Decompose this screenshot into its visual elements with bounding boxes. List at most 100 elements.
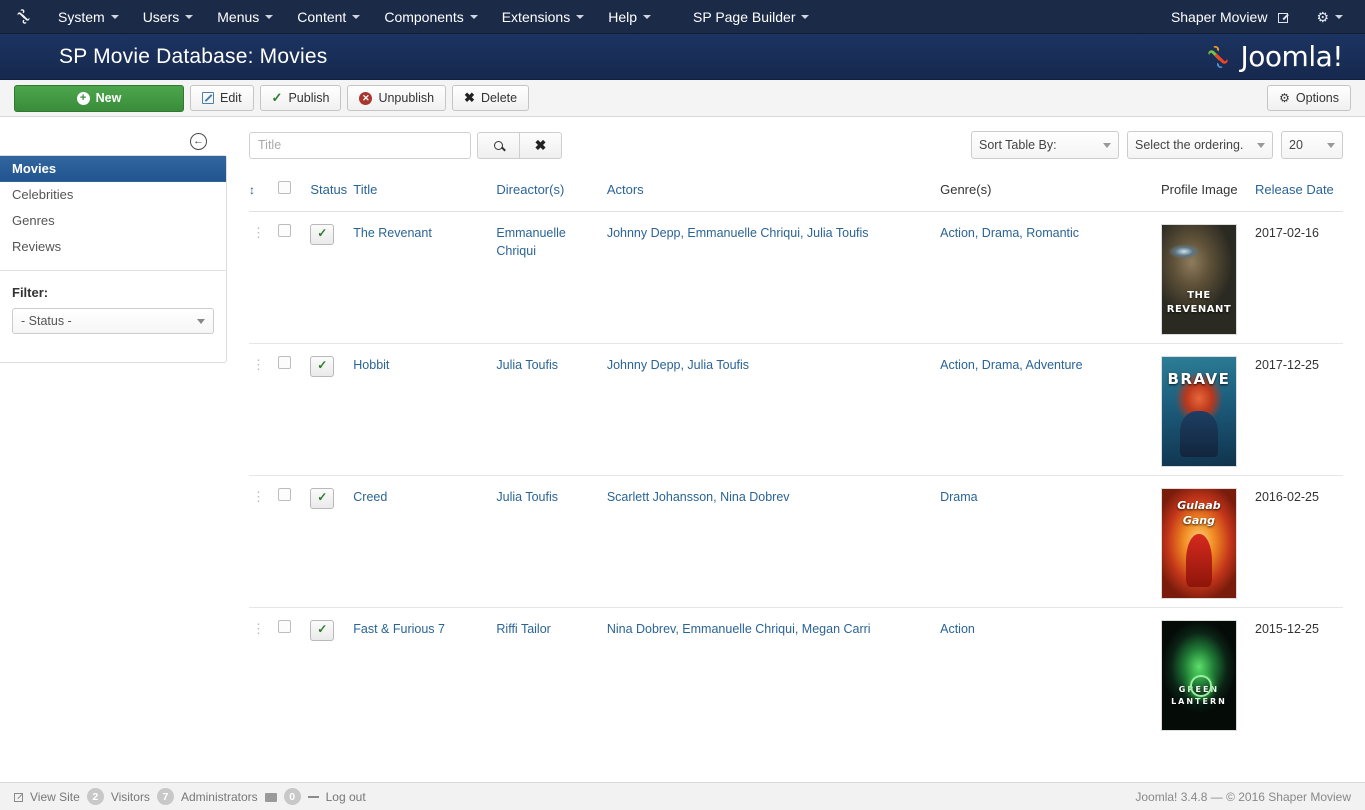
header-status[interactable]: Status xyxy=(310,181,354,212)
header-release-date[interactable]: Release Date xyxy=(1255,181,1343,212)
row-title-cell: The Revenant xyxy=(353,211,497,344)
unpublish-button[interactable]: ✕ Unpublish xyxy=(347,85,447,111)
edit-button-label: Edit xyxy=(220,91,242,105)
publish-button-label: Publish xyxy=(288,91,330,105)
row-drag-handle[interactable]: ⋮ xyxy=(249,211,278,344)
menu-menus[interactable]: Menus xyxy=(205,0,285,34)
visitors-badge: 2 xyxy=(86,788,104,805)
view-site-link[interactable]: View Site xyxy=(30,790,80,804)
sort-table-by-select[interactable]: Sort Table By: xyxy=(971,131,1119,159)
row-director-cell: Julia Toufis xyxy=(496,475,607,608)
header-actors[interactable]: Actors xyxy=(606,181,941,212)
row-checkbox[interactable] xyxy=(277,619,291,633)
publish-toggle-button[interactable]: ✓ xyxy=(310,487,335,509)
header-director[interactable]: Direactor(s) xyxy=(496,181,607,212)
sidebar: ← Movies Celebrities Genres Reviews Filt… xyxy=(0,117,227,758)
menu-users[interactable]: Users xyxy=(131,0,206,34)
action-toolbar: + New Edit ✓ Publish ✕ Unpublish ✖ Delet… xyxy=(0,80,1365,117)
check-all-checkbox[interactable] xyxy=(277,181,291,194)
topbar-settings-menu[interactable]: ⚙ xyxy=(1304,0,1355,34)
chevron-down-icon xyxy=(1335,14,1343,19)
menu-help[interactable]: Help xyxy=(596,0,663,34)
row-drag-handle[interactable]: ⋮ xyxy=(249,343,278,476)
list-limit-select[interactable]: 20 xyxy=(1281,131,1343,159)
list-controls: Sort Table By: Select the ordering. 20 xyxy=(971,131,1343,159)
row-genres-cell: Drama xyxy=(940,475,1161,608)
search-button[interactable] xyxy=(477,131,520,159)
director-link[interactable]: Emmanuelle Chriqui xyxy=(496,226,565,258)
status-filter-value: - Status - xyxy=(21,314,72,328)
menu-content[interactable]: Content xyxy=(285,0,372,34)
actors-link[interactable]: Johnny Depp, Emmanuelle Chriqui, Julia T… xyxy=(607,226,869,240)
status-filter-select[interactable]: - Status - xyxy=(12,308,214,334)
admin-page: System Users Menus Content Components Ex… xyxy=(0,0,1365,810)
row-checkbox[interactable] xyxy=(277,487,291,501)
poster-title-text: GREEN LANTERN xyxy=(1171,685,1227,706)
new-button[interactable]: + New xyxy=(14,84,184,112)
sidebar-item-reviews[interactable]: Reviews xyxy=(0,234,226,260)
genres-link[interactable]: Action, Drama, Adventure xyxy=(940,358,1082,372)
genres-link[interactable]: Action xyxy=(940,622,975,636)
chevron-down-icon xyxy=(265,14,274,19)
options-button[interactable]: ⚙ Options xyxy=(1267,85,1351,111)
genres-link[interactable]: Drama xyxy=(940,490,978,504)
publish-toggle-button[interactable]: ✓ xyxy=(310,355,335,377)
menu-system[interactable]: System xyxy=(46,0,131,34)
header-genres-label: Genre(s) xyxy=(940,182,992,197)
delete-button-label: Delete xyxy=(480,91,518,105)
joomla-logo-icon xyxy=(1207,45,1228,68)
director-link[interactable]: Julia Toufis xyxy=(496,490,558,504)
menu-components[interactable]: Components xyxy=(372,0,489,34)
edit-button[interactable]: Edit xyxy=(190,85,254,111)
header-director-label: Direactor(s) xyxy=(496,182,565,197)
movies-table-body: ⋮ ✓ The Revenant Emmanuelle Chriqui John… xyxy=(249,211,1343,739)
check-icon: ✓ xyxy=(271,90,283,105)
row-drag-handle[interactable]: ⋮ xyxy=(249,475,278,608)
publish-toggle-button[interactable]: ✓ xyxy=(310,223,335,245)
movie-title-link[interactable]: The Revenant xyxy=(353,226,432,240)
external-link-icon xyxy=(1278,12,1289,23)
ordering-direction-select[interactable]: Select the ordering. xyxy=(1127,131,1273,159)
actors-link[interactable]: Scarlett Johansson, Nina Dobrev xyxy=(607,490,790,504)
chevron-down-icon xyxy=(1327,142,1335,148)
header-title[interactable]: Title xyxy=(353,181,497,212)
publish-toggle-button[interactable]: ✓ xyxy=(310,619,335,641)
row-actors-cell: Johnny Depp, Julia Toufis xyxy=(606,343,941,476)
poster-title-text: BRAVE xyxy=(1167,369,1231,388)
sidebar-item-movies[interactable]: Movies xyxy=(0,156,226,182)
menu-sp-page-builder[interactable]: SP Page Builder xyxy=(681,0,821,34)
row-checkbox[interactable] xyxy=(277,355,291,369)
site-name-link[interactable]: Shaper Moview xyxy=(1159,0,1301,34)
row-title-cell: Creed xyxy=(353,475,497,608)
search-input[interactable] xyxy=(249,131,471,159)
menu-extensions[interactable]: Extensions xyxy=(490,0,596,34)
director-link[interactable]: Julia Toufis xyxy=(496,358,558,372)
collapse-left-icon[interactable]: ← xyxy=(190,132,207,150)
row-genres-cell: Action, Drama, Adventure xyxy=(940,343,1161,476)
movie-title-link[interactable]: Fast & Furious 7 xyxy=(353,622,445,636)
director-link[interactable]: Riffi Tailor xyxy=(496,622,550,636)
movie-title-link[interactable]: Hobbit xyxy=(353,358,389,372)
sidebar-item-celebrities[interactable]: Celebrities xyxy=(0,182,226,208)
genres-link[interactable]: Action, Drama, Romantic xyxy=(940,226,1079,240)
row-title-cell: Fast & Furious 7 xyxy=(353,607,496,739)
actors-link[interactable]: Johnny Depp, Julia Toufis xyxy=(607,358,749,372)
new-button-label: New xyxy=(95,91,122,105)
movie-title-link[interactable]: Creed xyxy=(353,490,387,504)
clear-search-button[interactable]: ✖ xyxy=(519,131,562,159)
header-profile-image-label: Profile Image xyxy=(1160,182,1238,197)
joomla-icon[interactable] xyxy=(0,7,46,26)
sidebar-collapse-row: ← xyxy=(0,127,227,155)
publish-button[interactable]: ✓ Publish xyxy=(259,85,342,111)
actors-link[interactable]: Nina Dobrev, Emmanuelle Chriqui, Megan C… xyxy=(607,622,871,636)
status-bar: View Site 2 Visitors 7 Administrators 0 … xyxy=(0,782,1365,810)
row-checkbox[interactable] xyxy=(277,223,291,237)
sidebar-item-genres[interactable]: Genres xyxy=(0,208,226,234)
list-limit-value: 20 xyxy=(1289,138,1303,152)
menu-help-label: Help xyxy=(608,8,637,25)
row-drag-handle[interactable]: ⋮ xyxy=(249,607,278,739)
row-title-cell: Hobbit xyxy=(353,343,497,476)
delete-button[interactable]: ✖ Delete xyxy=(452,85,530,111)
log-out-link[interactable]: Log out xyxy=(326,790,366,804)
header-ordering[interactable]: ↕ xyxy=(249,181,278,212)
